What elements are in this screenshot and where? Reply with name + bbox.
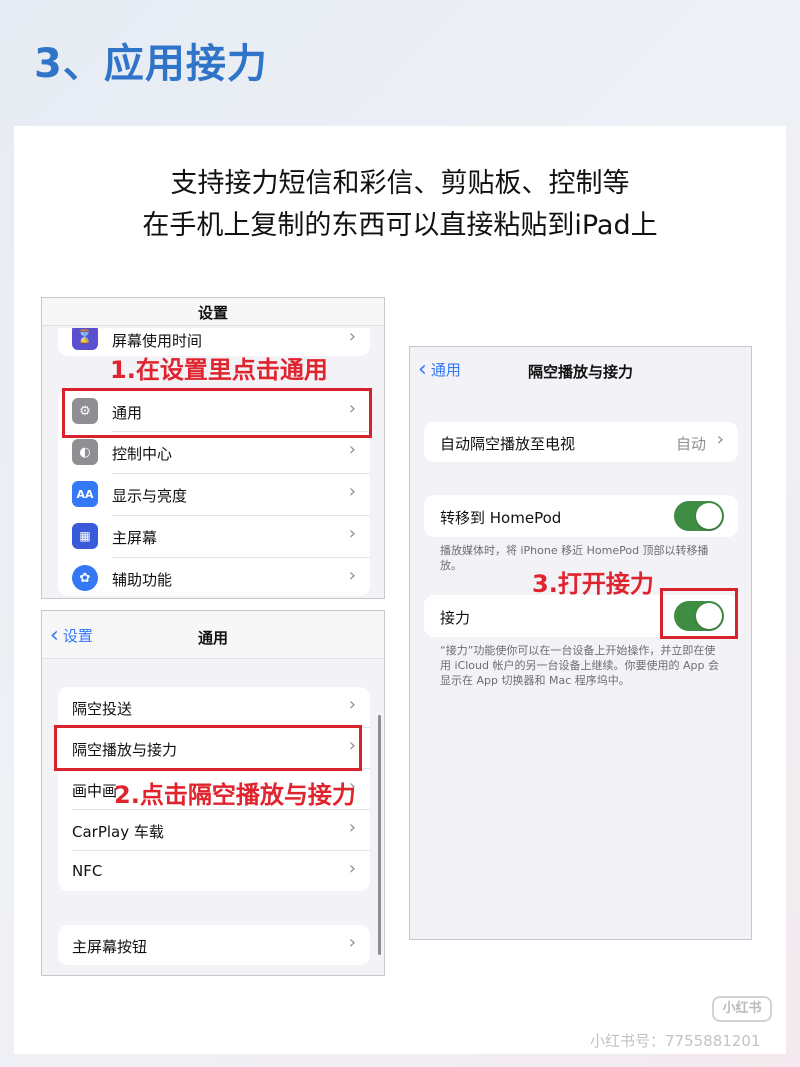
general-item-home-button[interactable]: 主屏幕按钮 › bbox=[58, 925, 370, 965]
intro-line-1: 支持接力短信和彩信、剪贴板、控制等 bbox=[170, 168, 630, 199]
accessibility-icon: ✿ bbox=[72, 565, 98, 591]
chevron-right-icon: › bbox=[348, 694, 356, 715]
chevron-right-icon: › bbox=[348, 481, 356, 502]
watermark-logo: 小红书 bbox=[712, 996, 772, 1022]
watermark-id: 小红书号：7755881201 bbox=[590, 1032, 761, 1050]
highlight-handoff-toggle bbox=[660, 588, 738, 639]
intro-line-2: 在手机上复制的东西可以直接粘贴到iPad上 bbox=[142, 210, 658, 241]
back-button[interactable]: ‹ 通用 bbox=[418, 356, 461, 382]
auto-airplay-row[interactable]: 自动隔空播放至电视 自动 › bbox=[424, 422, 738, 462]
highlight-general bbox=[62, 388, 372, 438]
settings-screenshot: 设置 ⌛ 屏幕使用时间 › ⚙ 通用 › ◐ 控制中心 › AA 显示与亮度 ›… bbox=[41, 297, 385, 599]
highlight-airplay-handoff bbox=[54, 725, 362, 771]
general-group-2: 主屏幕按钮 › bbox=[58, 925, 370, 965]
auto-airplay-value: 自动 bbox=[675, 435, 706, 453]
text-size-icon: AA bbox=[72, 481, 98, 507]
annotation-step-1: 1.在设置里点击通用 bbox=[110, 356, 328, 384]
chevron-right-icon: › bbox=[716, 429, 724, 450]
airplay-handoff-screenshot: ‹ 通用 隔空播放与接力 自动隔空播放至电视 自动 › 转移到 HomePod … bbox=[409, 346, 752, 940]
chevron-left-icon: ‹ bbox=[418, 356, 427, 382]
page-heading: 3、应用接力 bbox=[34, 41, 268, 87]
settings-item-display[interactable]: AA 显示与亮度 › bbox=[58, 474, 370, 515]
settings-item-control-center[interactable]: ◐ 控制中心 › bbox=[58, 432, 370, 473]
chevron-right-icon: › bbox=[348, 817, 356, 838]
hourglass-icon: ⌛ bbox=[72, 328, 98, 350]
general-item-nfc[interactable]: NFC › bbox=[58, 851, 370, 891]
chevron-right-icon: › bbox=[348, 565, 356, 586]
homepod-toggle[interactable] bbox=[674, 501, 724, 531]
scrollbar[interactable] bbox=[378, 715, 381, 955]
settings-item-home-screen[interactable]: ▦ 主屏幕 › bbox=[58, 516, 370, 557]
settings-item-accessibility[interactable]: ✿ 辅助功能 › bbox=[58, 558, 370, 596]
general-item-airdrop[interactable]: 隔空投送 › bbox=[58, 687, 370, 727]
handoff-note: “接力”功能使你可以在一台设备上开始操作，并立即在使用 iCloud 帐户的另一… bbox=[440, 644, 719, 687]
homepod-row: 转移到 HomePod bbox=[424, 495, 738, 537]
grid-icon: ▦ bbox=[72, 523, 98, 549]
chevron-right-icon: › bbox=[348, 858, 356, 879]
chevron-right-icon: › bbox=[348, 328, 356, 347]
settings-title: 设置 bbox=[197, 304, 228, 322]
chevron-right-icon: › bbox=[348, 932, 356, 953]
annotation-step-3: 3.打开接力 bbox=[532, 570, 654, 598]
airplay-title: 隔空播放与接力 bbox=[527, 363, 633, 381]
chevron-right-icon: › bbox=[348, 523, 356, 544]
toggles-icon: ◐ bbox=[72, 439, 98, 465]
settings-item-screen-time[interactable]: ⌛ 屏幕使用时间 › bbox=[58, 328, 370, 352]
general-item-carplay[interactable]: CarPlay 车载 › bbox=[58, 810, 370, 850]
general-title: 通用 bbox=[197, 629, 228, 647]
annotation-step-2: 2.点击隔空播放与接力 bbox=[114, 781, 356, 809]
chevron-right-icon: › bbox=[348, 439, 356, 460]
